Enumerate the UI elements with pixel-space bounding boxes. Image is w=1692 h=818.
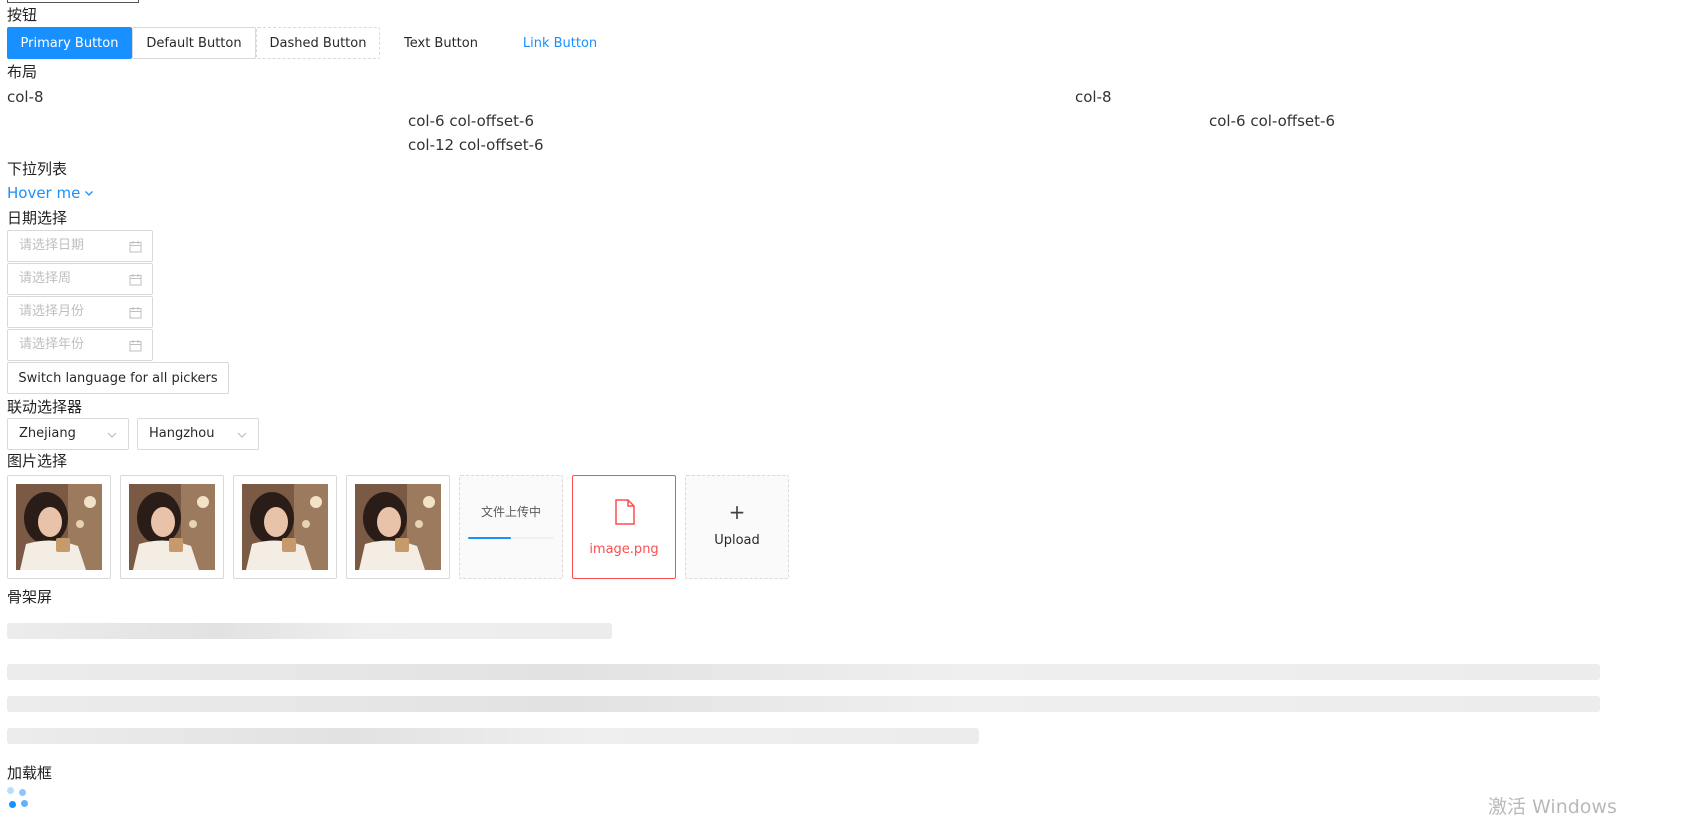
calendar-icon <box>129 340 142 352</box>
dropdown-trigger[interactable]: Hover me <box>7 183 95 203</box>
uploading-text: 文件上传中 <box>480 505 541 519</box>
year-picker[interactable]: 请选择年份 <box>7 329 153 361</box>
month-picker-placeholder: 请选择月份 <box>19 304 85 319</box>
week-picker[interactable]: 请选择周 <box>7 263 153 295</box>
section-title-skeleton: 骨架屏 <box>7 588 53 606</box>
city-select[interactable]: Hangzhou <box>137 418 259 450</box>
switch-language-button[interactable]: Switch language for all pickers <box>7 362 229 394</box>
grid-col-8-right: col-8 <box>1075 88 1112 106</box>
default-button[interactable]: Default Button <box>132 27 256 59</box>
city-select-value: Hangzhou <box>149 426 215 441</box>
dashed-button[interactable]: Dashed Button <box>256 27 380 59</box>
error-file-card[interactable]: image.png <box>572 475 676 579</box>
loading-spinner-icon <box>7 787 29 809</box>
skeleton-paragraph-line <box>7 664 1600 680</box>
skeleton-paragraph-line <box>7 728 979 744</box>
uploaded-photo-thumbnail <box>16 484 102 570</box>
chevron-down-icon <box>237 432 247 438</box>
chevron-down-icon <box>85 191 94 196</box>
text-button[interactable]: Text Button <box>380 27 502 59</box>
chevron-down-icon <box>107 432 117 438</box>
section-title-upload: 图片选择 <box>7 452 68 470</box>
section-title-date: 日期选择 <box>7 209 68 227</box>
week-picker-placeholder: 请选择周 <box>19 271 72 286</box>
section-title-buttons: 按钮 <box>7 6 38 24</box>
province-select-value: Zhejiang <box>19 426 76 441</box>
uploaded-image-card[interactable] <box>233 475 337 579</box>
uploaded-photo-thumbnail <box>129 484 215 570</box>
uploaded-photo-thumbnail <box>242 484 328 570</box>
upload-button-card[interactable]: + Upload <box>685 475 789 579</box>
date-picker-placeholder: 请选择日期 <box>19 238 85 253</box>
upload-progress-bar <box>468 537 554 539</box>
link-button[interactable]: Link Button <box>502 27 618 59</box>
uploaded-image-card[interactable] <box>346 475 450 579</box>
calendar-icon <box>129 241 142 253</box>
grid-col-6-offset-right: col-6 col-offset-6 <box>1209 112 1335 130</box>
dropdown-trigger-label: Hover me <box>7 184 81 202</box>
skeleton-paragraph-line <box>7 696 1600 712</box>
uploaded-image-card[interactable] <box>120 475 224 579</box>
calendar-icon <box>129 274 142 286</box>
section-title-dropdown: 下拉列表 <box>7 160 68 178</box>
uploading-card: 文件上传中 <box>459 475 563 579</box>
uploaded-photo-thumbnail <box>355 484 441 570</box>
upload-progress-fill <box>468 537 511 539</box>
grid-col-8-left: col-8 <box>7 88 44 106</box>
top-edge-frame <box>7 0 139 3</box>
province-select[interactable]: Zhejiang <box>7 418 129 450</box>
section-title-layout: 布局 <box>7 63 38 81</box>
error-file-name: image.png <box>589 542 659 557</box>
skeleton-title-bar <box>7 623 612 639</box>
month-picker[interactable]: 请选择月份 <box>7 296 153 328</box>
upload-label: Upload <box>714 533 760 548</box>
grid-col-12-offset: col-12 col-offset-6 <box>408 136 544 154</box>
windows-activation-watermark: 激活 Windows <box>1488 796 1617 818</box>
plus-icon: + <box>728 500 746 524</box>
section-title-cascader: 联动选择器 <box>7 398 83 416</box>
uploaded-image-card[interactable] <box>7 475 111 579</box>
button-row: Primary Button Default Button Dashed But… <box>7 27 618 59</box>
section-title-loading: 加载框 <box>7 764 53 782</box>
date-picker[interactable]: 请选择日期 <box>7 230 153 262</box>
grid-col-6-offset-left: col-6 col-offset-6 <box>408 112 534 130</box>
calendar-icon <box>129 307 142 319</box>
year-picker-placeholder: 请选择年份 <box>19 337 85 352</box>
file-icon <box>615 499 635 525</box>
primary-button[interactable]: Primary Button <box>7 27 132 59</box>
